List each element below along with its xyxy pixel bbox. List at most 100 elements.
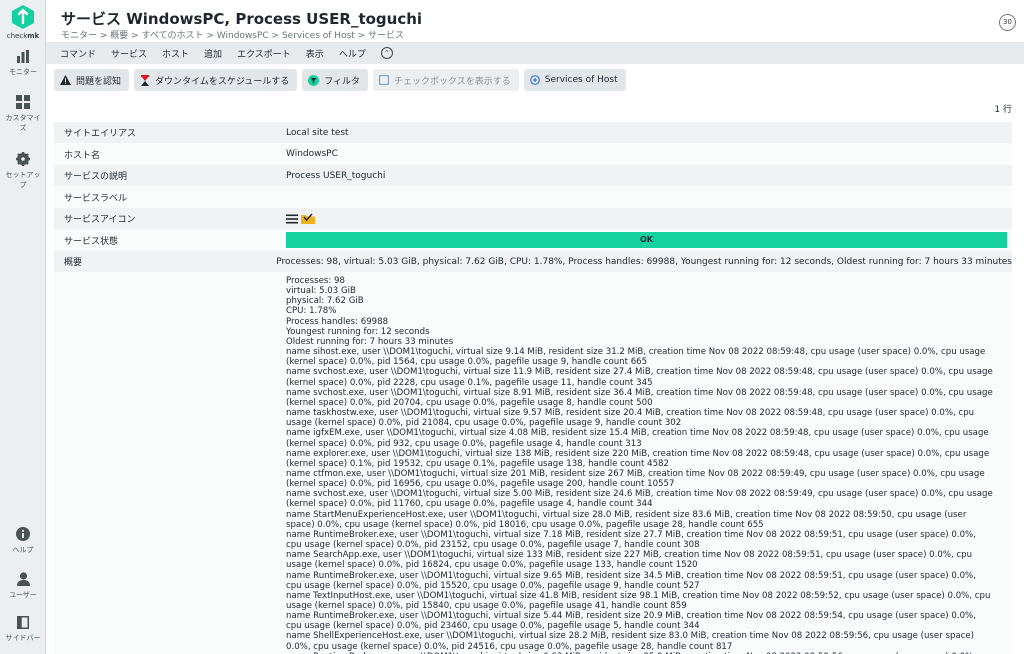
brand-text: check <box>6 32 28 40</box>
menu-export[interactable]: エクスポート <box>237 47 291 60</box>
summary-value: Processes: 98, virtual: 5.03 GiB, physic… <box>276 256 1012 267</box>
table-row-state: サービス状態 OK <box>54 229 1012 251</box>
service-icons-value <box>286 208 1012 229</box>
nav-user[interactable]: ユーザー <box>0 572 46 600</box>
schedule-downtime-button[interactable]: ダウンタイムをスケジュールする <box>134 69 298 91</box>
site-alias-value: Local site test <box>286 127 349 138</box>
service-description-key: サービスの説明 <box>64 172 128 182</box>
nav-customize-label: カスタマイズ <box>5 114 41 132</box>
detail-line: name TextInputHost.exe, user \\DOM1\togu… <box>286 590 991 611</box>
detail-line: name SearchApp.exe, user \\DOM1\toguchi,… <box>286 550 973 571</box>
acknowledge-button[interactable]: 問題を認知 <box>54 69 130 91</box>
menu-bar: コマンド サービス ホスト 追加 エクスポート 表示 ヘルプ ⌃ <box>46 42 1024 64</box>
detail-line: Process handles: 69988 <box>286 316 389 327</box>
menu-add[interactable]: 追加 <box>204 47 222 60</box>
status-badge: OK <box>286 232 1007 248</box>
table-row-summary: 概要 Processes: 98, virtual: 5.03 GiB, phy… <box>54 251 1012 272</box>
detail-line: name taskhostw.exe, user \\DOM1\toguchi,… <box>286 408 975 429</box>
service-state-value: OK <box>286 229 1012 251</box>
summary-key: 概要 <box>64 258 83 268</box>
detail-line: name svchost.exe, user \\DOM1\toguchi, v… <box>286 367 993 388</box>
nav-help-label: ヘルプ <box>12 546 34 554</box>
details-key <box>54 272 286 654</box>
filter-label: フィルタ <box>324 76 361 87</box>
nav-user-label: ユーザー <box>9 591 37 599</box>
checkbox-icon <box>379 75 390 85</box>
bar-chart-icon <box>17 50 29 63</box>
filter-icon <box>308 74 320 86</box>
detail-line: name RuntimeBroker.exe, user \\DOM1\togu… <box>286 570 976 591</box>
menu-help[interactable]: ヘルプ <box>339 47 366 60</box>
user-icon <box>16 572 30 586</box>
sidebar-icon <box>17 616 29 629</box>
detail-line: Processes: 98 <box>286 276 345 286</box>
detail-line: name explorer.exe, user \\DOM1\toguchi, … <box>286 448 990 469</box>
grid-icon <box>16 95 30 109</box>
detail-line: name igfxEM.exe, user \\DOM1\toguchi, vi… <box>286 428 989 449</box>
site-alias-key: サイトエイリアス <box>64 129 137 139</box>
nav-help[interactable]: ヘルプ <box>0 527 46 555</box>
services-of-host-button[interactable]: Services of Host <box>523 69 626 91</box>
table-row-host: ホスト名 WindowsPC <box>54 143 1012 165</box>
detail-line: name RuntimeBroker.exe, user \\DOM1\togu… <box>286 611 976 632</box>
nav-sidebar-label: サイドバー <box>5 634 41 642</box>
detail-line: CPU: 1.78% <box>286 306 337 317</box>
table-row-labels: サービスラベル <box>54 186 1012 208</box>
host-name-key: ホスト名 <box>64 150 101 161</box>
table-row-description: サービスの説明 Process USER_toguchi <box>54 165 1012 186</box>
service-details-table: サイトエイリアス Local site test ホスト名 WindowsPC … <box>54 122 1012 654</box>
menu-service[interactable]: サービス <box>111 47 147 60</box>
page-title: サービス WindowsPC, Process USER_toguchi <box>61 10 423 28</box>
info-icon <box>16 527 30 541</box>
nav-monitor[interactable]: モニター <box>0 50 46 77</box>
downtime-icon <box>140 74 150 86</box>
left-nav-rail: checkmk モニター カスタマイズ セットアップ ヘルプ ユーザー サイドバ… <box>0 0 46 654</box>
menu-icon[interactable] <box>286 214 298 224</box>
row-count: 1 行 <box>994 105 1012 115</box>
show-checkboxes-label: チェックボックスを表示する <box>394 76 511 87</box>
services-of-host-label: Services of Host <box>544 75 618 85</box>
refresh-countdown[interactable]: 30 <box>999 14 1016 31</box>
brand-name: checkmk <box>0 32 46 40</box>
details-value: Processes: 98 virtual: 5.03 GiB physical: … <box>286 272 1012 654</box>
checkmk-logo-icon[interactable] <box>12 5 34 29</box>
service-icons-key: サービスアイコン <box>64 215 136 225</box>
schedule-downtime-label: ダウンタイムをスケジュールする <box>155 76 290 87</box>
warning-icon <box>60 75 71 85</box>
page-header: サービス WindowsPC, Process USER_toguchi モニタ… <box>46 0 1024 42</box>
detail-line: name svchost.exe, user \\DOM1\toguchi, v… <box>286 489 993 510</box>
nav-setup[interactable]: セットアップ <box>0 152 46 190</box>
detail-line: name StartMenuExperienceHost.exe, user \… <box>286 509 967 530</box>
service-state-key: サービス状態 <box>64 236 119 247</box>
detail-line: name svchost.exe, user \\DOM1\toguchi, v… <box>286 387 993 408</box>
detail-line: name sihost.exe, user \\DOM1\toguchi, vi… <box>286 347 986 368</box>
chevron-up-icon[interactable]: ⌃ <box>380 47 393 59</box>
detail-line: Youngest running for: 12 seconds <box>286 326 430 337</box>
brand-text-bold: mk <box>27 32 40 40</box>
nav-customize[interactable]: カスタマイズ <box>0 95 46 133</box>
service-labels-key: サービスラベル <box>64 193 128 204</box>
detail-line: virtual: 5.03 GiB <box>286 286 356 297</box>
detail-line: Oldest running for: 7 hours 33 minutes <box>286 336 454 347</box>
detail-line: name ShellExperienceHost.exe, user \\DOM… <box>286 631 975 652</box>
menu-host[interactable]: ホスト <box>162 47 189 60</box>
service-description-value[interactable]: Process USER_toguchi <box>286 165 1012 186</box>
nav-sidebar[interactable]: サイドバー <box>0 616 46 643</box>
nav-setup-label: セットアップ <box>5 171 41 189</box>
breadcrumb[interactable]: モニター > 概要 > すべてのホスト > WindowsPC > Servic… <box>61 28 404 41</box>
filter-button[interactable]: フィルタ <box>302 69 369 91</box>
services-icon <box>529 75 540 85</box>
menu-display[interactable]: 表示 <box>306 47 324 60</box>
host-name-value[interactable]: WindowsPC <box>286 143 1012 165</box>
table-row-site: サイトエイリアス Local site test <box>54 122 1012 143</box>
service-labels-value <box>286 186 1012 208</box>
table-row-details: Processes: 98 virtual: 5.03 GiB physical: … <box>54 272 1012 654</box>
detail-line: physical: 7.62 GiB <box>286 296 364 307</box>
gear-icon <box>16 152 30 166</box>
detail-line: name ctfmon.exe, user \\DOM1\toguchi, vi… <box>286 468 985 490</box>
show-checkboxes-button[interactable]: チェックボックスを表示する <box>373 69 519 91</box>
folder-icon[interactable] <box>301 213 315 224</box>
detail-line: name RuntimeBroker.exe, user \\DOM1\togu… <box>286 529 976 551</box>
menu-commands[interactable]: コマンド <box>60 47 96 60</box>
nav-monitor-label: モニター <box>9 68 37 76</box>
